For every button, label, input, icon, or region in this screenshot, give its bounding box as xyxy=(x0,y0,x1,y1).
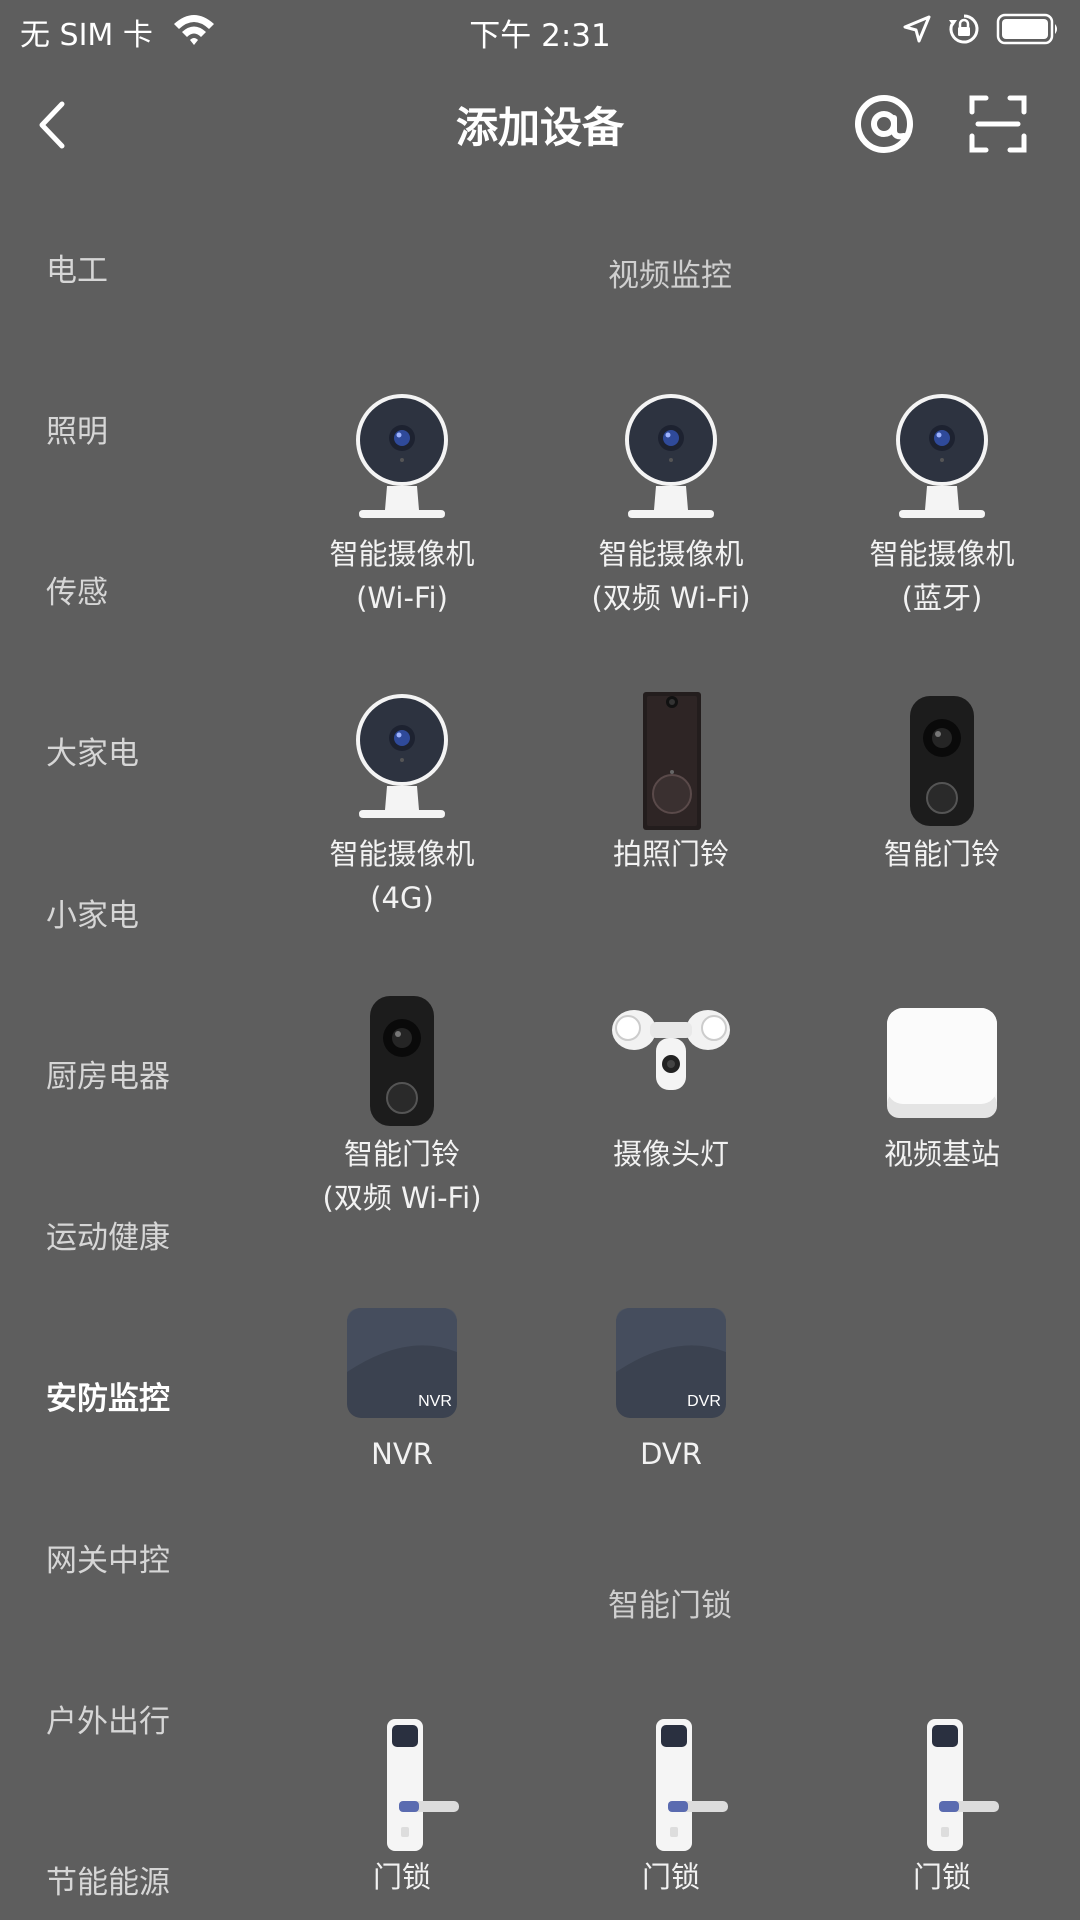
section-title-smart-lock: 智能门锁 xyxy=(608,1588,732,1624)
device-label-line1: 门锁 xyxy=(372,1860,431,1894)
section-title-video: 视频监控 xyxy=(608,258,732,294)
dvr-badge: DVR xyxy=(687,1393,721,1410)
nvr-badge: NVR xyxy=(418,1393,452,1410)
sidebar-item-sports-health[interactable]: 运动健康 xyxy=(46,1212,170,1257)
status-bar: 无 SIM 卡 下午 2:31 xyxy=(0,0,1080,62)
device-label-line2: (4G) xyxy=(370,881,434,915)
door-lock-icon xyxy=(656,1719,728,1851)
device-label-line1: 拍照门铃 xyxy=(612,837,729,871)
sidebar-item-electrician[interactable]: 电工 xyxy=(46,245,108,290)
camera-icon xyxy=(356,394,448,518)
device-label-line2: (双频 Wi-Fi) xyxy=(322,1181,482,1215)
device-smart-doorbell-dualband[interactable]: 智能门铃 (双频 Wi-Fi) xyxy=(277,992,527,1220)
sidebar-item-sensors[interactable]: 传感 xyxy=(46,567,108,612)
device-dvr[interactable]: DVR DVR xyxy=(546,1292,796,1476)
sidebar-item-small-appliances[interactable]: 小家电 xyxy=(46,890,139,935)
device-label-line1: 门锁 xyxy=(641,1860,700,1894)
device-label-line1: DVR xyxy=(640,1437,702,1471)
dvr-icon: DVR xyxy=(616,1308,726,1418)
device-smart-doorbell[interactable]: 智能门铃 xyxy=(817,692,1067,876)
battery-icon xyxy=(996,13,1057,45)
door-lock-icon xyxy=(387,1719,459,1851)
device-label-line1: 智能摄像机 xyxy=(598,537,744,571)
device-label-line2: (蓝牙) xyxy=(901,581,983,615)
device-label-line1: 智能门铃 xyxy=(883,837,1000,871)
floodlight-camera-icon xyxy=(612,1010,730,1090)
camera-icon xyxy=(896,394,988,518)
device-camera-bluetooth[interactable]: 智能摄像机 (蓝牙) xyxy=(817,392,1067,620)
device-label-line1: 智能门铃 xyxy=(343,1137,460,1171)
device-floodlight-camera[interactable]: 摄像头灯 xyxy=(546,992,796,1176)
device-door-lock-1[interactable]: 门锁 xyxy=(277,1715,527,1899)
device-video-base-station[interactable]: 视频基站 xyxy=(817,992,1067,1176)
device-label-line1: 智能摄像机 xyxy=(869,537,1015,571)
device-label-line1: 视频基站 xyxy=(883,1137,1000,1171)
scan-icon[interactable] xyxy=(966,92,1030,156)
sidebar-item-major-appliances[interactable]: 大家电 xyxy=(46,728,139,773)
sidebar-item-lighting[interactable]: 照明 xyxy=(46,406,108,451)
device-label-line1: 智能摄像机 xyxy=(329,537,475,571)
nav-bar: 添加设备 xyxy=(0,62,1080,178)
photo-doorbell-icon xyxy=(643,692,701,830)
sidebar-item-energy[interactable]: 节能能源 xyxy=(46,1857,170,1902)
device-label-line1: 摄像头灯 xyxy=(612,1137,729,1171)
door-lock-icon xyxy=(927,1719,999,1851)
device-camera-4g[interactable]: 智能摄像机 (4G) xyxy=(277,692,527,920)
device-door-lock-3[interactable]: 门锁 xyxy=(817,1715,1067,1899)
device-camera-dualband-wifi[interactable]: 智能摄像机 (双频 Wi-Fi) xyxy=(546,392,796,620)
sidebar-item-security[interactable]: 安防监控 xyxy=(46,1373,170,1418)
device-label-line1: NVR xyxy=(371,1437,433,1471)
sidebar-item-gateway[interactable]: 网关中控 xyxy=(46,1535,170,1580)
at-symbol-icon[interactable] xyxy=(852,92,916,156)
device-label-line2: (双频 Wi-Fi) xyxy=(591,581,751,615)
orientation-lock-icon xyxy=(949,14,979,44)
location-arrow-icon xyxy=(903,15,931,43)
smart-doorbell-icon xyxy=(910,696,974,826)
camera-icon xyxy=(625,394,717,518)
page-title: 添加设备 xyxy=(455,103,624,152)
smart-doorbell-icon xyxy=(370,996,434,1126)
device-nvr[interactable]: NVR NVR xyxy=(277,1292,527,1476)
device-door-lock-2[interactable]: 门锁 xyxy=(546,1715,796,1899)
nvr-icon: NVR xyxy=(347,1308,457,1418)
device-camera-wifi[interactable]: 智能摄像机 (Wi-Fi) xyxy=(277,392,527,620)
device-label-line1: 门锁 xyxy=(912,1860,971,1894)
camera-icon xyxy=(356,694,448,818)
device-label-line2: (Wi-Fi) xyxy=(356,581,448,615)
sidebar-item-outdoor[interactable]: 户外出行 xyxy=(46,1696,170,1741)
video-base-station-icon xyxy=(887,1008,997,1118)
device-label-line1: 智能摄像机 xyxy=(329,837,475,871)
sidebar-item-kitchen-appliances[interactable]: 厨房电器 xyxy=(46,1051,170,1096)
device-photo-doorbell[interactable]: 拍照门铃 xyxy=(546,692,796,876)
